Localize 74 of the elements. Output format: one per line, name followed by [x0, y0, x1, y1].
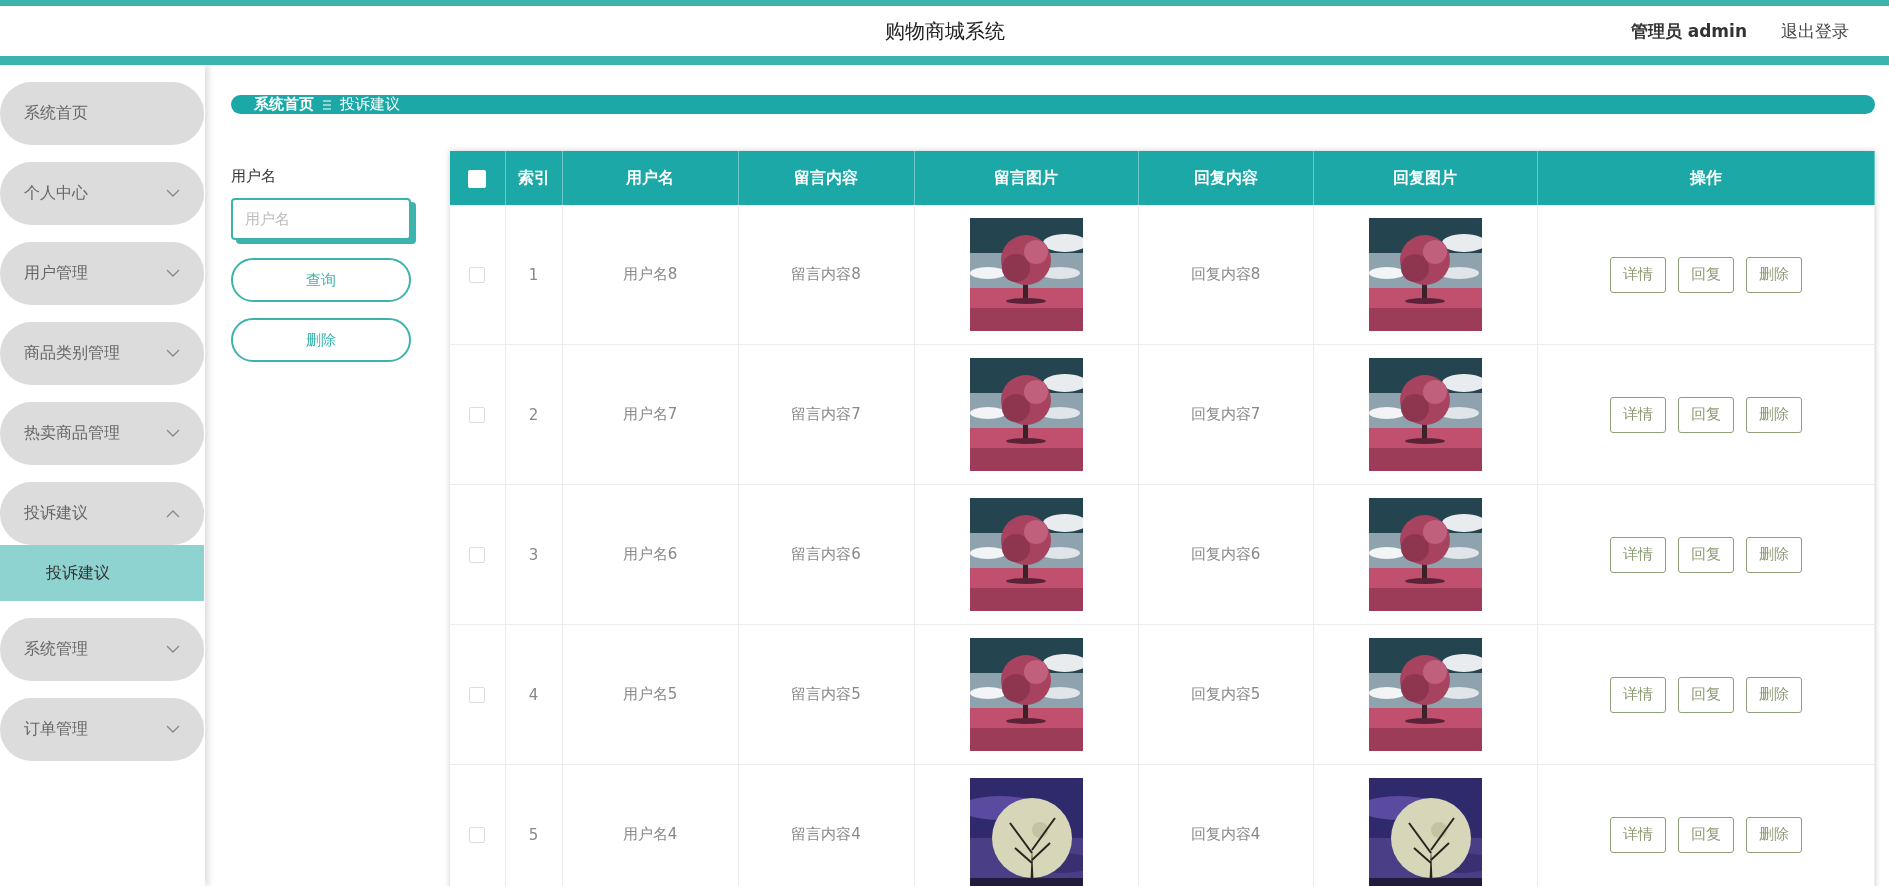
action-button[interactable]: 回复	[1677, 676, 1734, 713]
action-button[interactable]: 回复	[1677, 396, 1734, 433]
action-button[interactable]: 回复	[1677, 256, 1734, 293]
checkbox[interactable]	[468, 169, 487, 188]
action-button[interactable]: 回复	[1677, 816, 1734, 853]
table-cell: 留言内容8	[738, 205, 914, 345]
action-button[interactable]: 删除	[1745, 536, 1802, 573]
table-cell: 用户名4	[562, 764, 738, 886]
menu-item[interactable]: 热卖商品管理	[0, 402, 204, 465]
menu-item[interactable]: 用户管理	[0, 242, 204, 305]
action-button[interactable]: 详情	[1609, 536, 1666, 573]
action-button[interactable]: 详情	[1609, 816, 1666, 853]
chevron-up-icon	[166, 509, 180, 518]
table-cell: 留言内容4	[738, 764, 914, 886]
action-button[interactable]: 删除	[1745, 256, 1802, 293]
menu-item[interactable]: 投诉建议	[0, 482, 204, 545]
chevron-down-icon	[166, 429, 180, 438]
table-cell: 回复内容7	[1138, 344, 1313, 485]
table-cell: 留言内容6	[738, 484, 914, 625]
app-title: 购物商城系统	[884, 18, 1005, 43]
action-button[interactable]: 详情	[1609, 256, 1666, 293]
menu-item[interactable]: 商品类别管理	[0, 322, 204, 385]
column-header: 留言内容	[738, 151, 914, 205]
action-button[interactable]: 回复	[1677, 536, 1734, 573]
table-cell: 用户名7	[562, 344, 738, 485]
table-cell: 1	[505, 205, 562, 345]
table-cell: 2	[505, 344, 562, 485]
delete-button[interactable]: 删除	[231, 318, 411, 362]
table-cell: 用户名5	[562, 624, 738, 765]
table-cell: 回复内容6	[1138, 484, 1313, 625]
menu-item[interactable]: 系统管理	[0, 618, 204, 681]
breadcrumb-item[interactable]: 投诉建议	[340, 95, 400, 114]
table-cell: 3	[505, 484, 562, 625]
table-cell: 回复内容8	[1138, 205, 1313, 345]
chevron-down-icon	[166, 349, 180, 358]
action-button[interactable]: 详情	[1609, 676, 1666, 713]
checkbox[interactable]	[469, 547, 486, 563]
checkbox[interactable]	[469, 827, 486, 843]
breadcrumb-item[interactable]: 系统首页	[254, 95, 314, 114]
table-cell: 用户名6	[562, 484, 738, 625]
table-cell: 4	[505, 624, 562, 765]
column-header: 回复内容	[1138, 151, 1313, 205]
action-button[interactable]: 详情	[1609, 396, 1666, 433]
column-header: 操作	[1537, 151, 1874, 205]
column-header: 用户名	[562, 151, 738, 205]
chevron-down-icon	[166, 269, 180, 278]
table-cell: 5	[505, 764, 562, 886]
field-label: 用户名	[231, 167, 277, 186]
chevron-down-icon	[166, 645, 180, 654]
submenu-item[interactable]: 投诉建议	[0, 545, 204, 601]
logout-link[interactable]: 退出登录	[1781, 19, 1849, 43]
checkbox[interactable]	[469, 407, 486, 423]
checkbox[interactable]	[469, 687, 486, 703]
username-field[interactable]: 用户名	[231, 198, 411, 240]
menu-item[interactable]: 个人中心	[0, 162, 204, 225]
action-button[interactable]: 删除	[1745, 816, 1802, 853]
query-button[interactable]: 查询	[231, 258, 411, 302]
table-cell: 留言内容5	[738, 624, 914, 765]
menu-item[interactable]: 订单管理	[0, 698, 204, 761]
menu-item[interactable]: 系统首页	[0, 82, 204, 145]
chevron-down-icon	[166, 189, 180, 198]
action-button[interactable]: 删除	[1745, 396, 1802, 433]
column-header: 留言图片	[914, 151, 1138, 205]
chevron-down-icon	[166, 725, 180, 734]
action-button[interactable]: 删除	[1745, 676, 1802, 713]
admin-label: 管理员 admin	[1630, 19, 1747, 43]
column-header: 回复图片	[1313, 151, 1537, 205]
table-cell: 回复内容4	[1138, 764, 1313, 886]
table-cell: 留言内容7	[738, 344, 914, 485]
table-cell: 用户名8	[562, 205, 738, 345]
separator-icon	[322, 98, 332, 111]
checkbox[interactable]	[469, 267, 486, 283]
table-cell: 回复内容5	[1138, 624, 1313, 765]
column-header: 索引	[505, 151, 562, 205]
